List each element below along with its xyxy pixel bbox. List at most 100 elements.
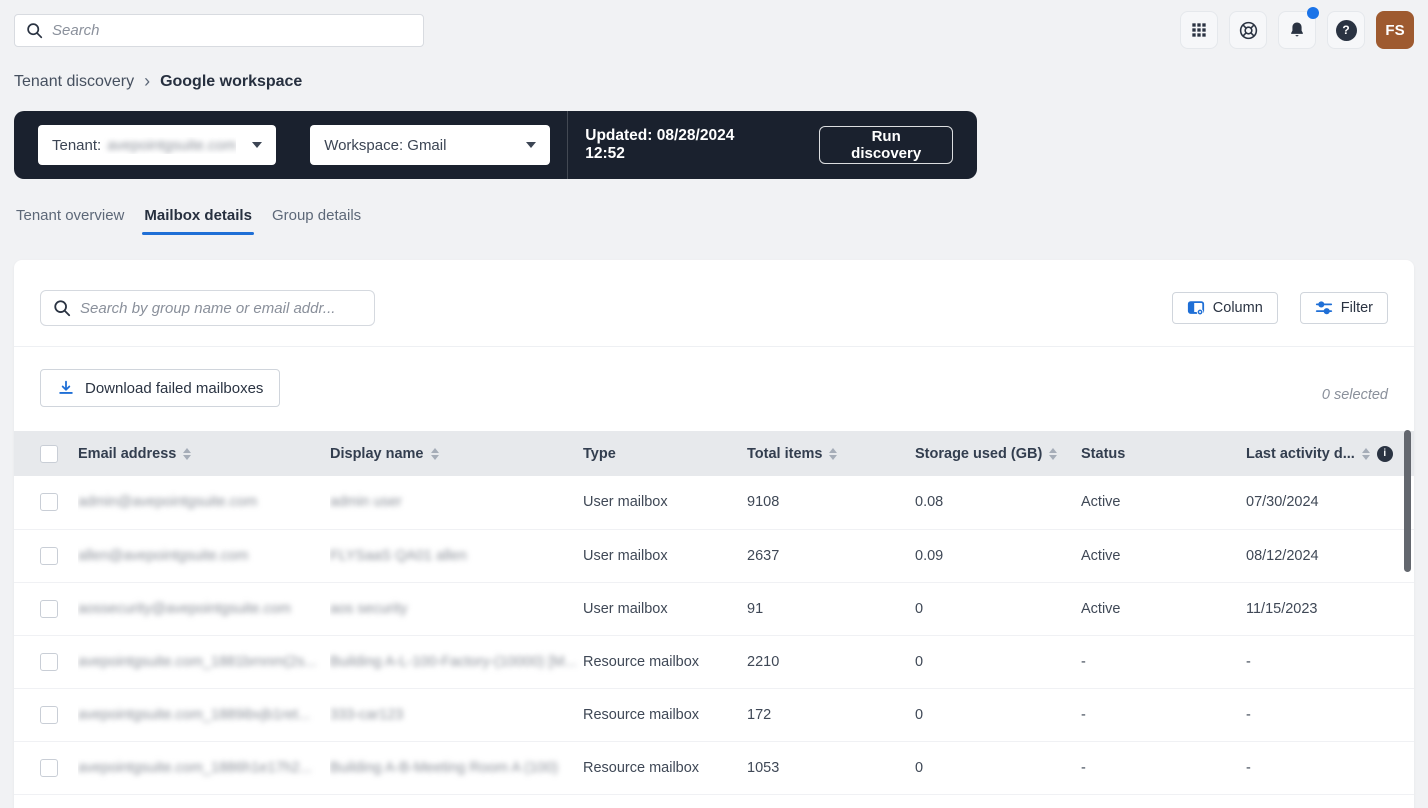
column-button[interactable]: Column — [1172, 292, 1278, 324]
total-items-cell: 2210 — [747, 635, 915, 688]
storage-used-cell: 0.08 — [915, 476, 1081, 529]
filter-sliders-icon — [1315, 299, 1333, 317]
global-search-input[interactable] — [52, 22, 412, 39]
total-items-cell: 172 — [747, 688, 915, 741]
status-cell: - — [1081, 741, 1246, 794]
support-button[interactable] — [1229, 11, 1267, 49]
status-cell: - — [1081, 688, 1246, 741]
notifications-button[interactable] — [1278, 11, 1316, 49]
download-failed-mailboxes-button[interactable]: Download failed mailboxes — [40, 369, 280, 407]
row-checkbox[interactable] — [40, 759, 58, 777]
tab-bar: Tenant overview Mailbox details Group de… — [14, 207, 1414, 235]
sort-icon[interactable] — [183, 448, 191, 460]
row-checkbox[interactable] — [40, 547, 58, 565]
table-header-row: Email address Display name Type Total it… — [14, 431, 1414, 476]
last-activity-cell: 08/12/2024 — [1246, 529, 1414, 582]
display-name-cell: 333-car123 — [330, 688, 583, 741]
breadcrumb: Tenant discovery › Google workspace — [14, 73, 1414, 91]
column-button-label: Column — [1213, 300, 1263, 316]
breadcrumb-current: Google workspace — [160, 73, 302, 91]
row-checkbox[interactable] — [40, 493, 58, 511]
status-cell: Active — [1081, 582, 1246, 635]
notification-dot — [1307, 7, 1319, 19]
help-button[interactable]: ? — [1327, 11, 1365, 49]
filter-button-label: Filter — [1341, 300, 1373, 316]
display-name-cell: Building A-L-100-Factory-(10000) [M... — [330, 635, 583, 688]
storage-used-cell: 0 — [915, 582, 1081, 635]
sort-icon[interactable] — [431, 448, 439, 460]
bell-icon — [1287, 20, 1307, 40]
divider — [567, 111, 568, 179]
type-cell: User mailbox — [583, 476, 747, 529]
header-type: Type — [583, 431, 747, 476]
header-email-address[interactable]: Email address — [78, 431, 330, 476]
total-items-cell: 1053 — [747, 741, 915, 794]
header-last-activity[interactable]: Last activity d... i — [1246, 431, 1414, 476]
status-cell: - — [1081, 635, 1246, 688]
header-label: Email address — [78, 446, 176, 462]
panel-actions-row: Download failed mailboxes 0 selected — [14, 347, 1414, 431]
storage-used-cell: 0 — [915, 688, 1081, 741]
sort-icon[interactable] — [1362, 448, 1370, 460]
table-row: avepointgsuite.com_1881brnnm(2s... Build… — [14, 635, 1414, 688]
last-activity-cell: - — [1246, 635, 1414, 688]
tenant-dropdown[interactable]: Tenant: avepointgsuite.com — [38, 125, 276, 165]
grid-icon — [1189, 20, 1209, 40]
topbar-icon-cluster: ? FS — [1180, 11, 1414, 49]
app-launcher-button[interactable] — [1180, 11, 1218, 49]
tab-group-details[interactable]: Group details — [270, 207, 363, 235]
info-icon[interactable]: i — [1377, 446, 1393, 462]
header-display-name[interactable]: Display name — [330, 431, 583, 476]
display-name-cell: FLYSaaS QA01 allen — [330, 529, 583, 582]
storage-used-cell: 0 — [915, 635, 1081, 688]
workspace-dropdown[interactable]: Workspace: Gmail — [310, 125, 550, 165]
mailbox-search-input[interactable] — [80, 300, 362, 317]
selected-count: 0 selected — [1322, 387, 1388, 407]
email-cell: avepointgsuite.com_1889ibvjb1ret... — [78, 688, 330, 741]
last-activity-cell: 07/30/2024 — [1246, 476, 1414, 529]
sort-icon[interactable] — [829, 448, 837, 460]
row-checkbox[interactable] — [40, 706, 58, 724]
table-row: allen@avepointgsuite.com FLYSaaS QA01 al… — [14, 529, 1414, 582]
run-discovery-button[interactable]: Run discovery — [819, 126, 953, 164]
row-checkbox[interactable] — [40, 653, 58, 671]
mailbox-search[interactable] — [40, 290, 375, 326]
type-cell: User mailbox — [583, 582, 747, 635]
header-label: Display name — [330, 446, 424, 462]
panel-search-row: Column Filter — [14, 260, 1414, 347]
header-total-items[interactable]: Total items — [747, 431, 915, 476]
chevron-down-icon — [526, 142, 536, 148]
mailbox-table: Email address Display name Type Total it… — [14, 431, 1414, 795]
breadcrumb-parent[interactable]: Tenant discovery — [14, 73, 134, 91]
search-icon — [26, 22, 43, 39]
display-name-cell: aos security — [330, 582, 583, 635]
avatar[interactable]: FS — [1376, 11, 1414, 49]
tenant-label: Tenant: — [52, 137, 101, 154]
sort-icon[interactable] — [1049, 448, 1057, 460]
header-storage-used[interactable]: Storage used (GB) — [915, 431, 1081, 476]
type-cell: Resource mailbox — [583, 688, 747, 741]
filter-button[interactable]: Filter — [1300, 292, 1388, 324]
select-all-checkbox[interactable] — [40, 445, 58, 463]
download-icon — [57, 379, 75, 397]
tab-tenant-overview[interactable]: Tenant overview — [14, 207, 126, 235]
tenant-value: avepointgsuite.com — [107, 137, 236, 154]
table-row: avepointgsuite.com_1886h1e17h2... Buildi… — [14, 741, 1414, 794]
total-items-cell: 2637 — [747, 529, 915, 582]
table-body: admin@avepointgsuite.com admin user User… — [14, 476, 1414, 794]
table-row: avepointgsuite.com_1889ibvjb1ret... 333-… — [14, 688, 1414, 741]
email-cell: admin@avepointgsuite.com — [78, 476, 330, 529]
tab-mailbox-details[interactable]: Mailbox details — [142, 207, 254, 235]
column-settings-icon — [1187, 299, 1205, 317]
email-cell: aossecurity@avepointgsuite.com — [78, 582, 330, 635]
table-row: admin@avepointgsuite.com admin user User… — [14, 476, 1414, 529]
global-search[interactable] — [14, 14, 424, 47]
header-label: Last activity d... — [1246, 446, 1355, 462]
email-cell: allen@avepointgsuite.com — [78, 529, 330, 582]
storage-used-cell: 0.09 — [915, 529, 1081, 582]
vertical-scrollbar-thumb[interactable] — [1404, 430, 1411, 572]
status-cell: Active — [1081, 529, 1246, 582]
row-checkbox[interactable] — [40, 600, 58, 618]
last-activity-cell: 11/15/2023 — [1246, 582, 1414, 635]
chevron-right-icon: › — [144, 72, 150, 90]
